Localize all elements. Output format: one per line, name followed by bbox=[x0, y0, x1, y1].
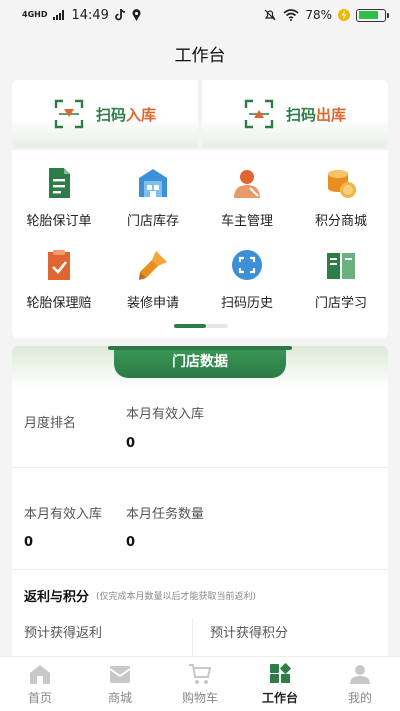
task-count-label: 本月任务数量 bbox=[126, 507, 205, 522]
valid-in-value: 0 bbox=[126, 436, 136, 451]
rebate-note: (仅完成本月数量以后才能获取当前返利) bbox=[96, 592, 257, 602]
grid-item-points-mall[interactable]: 积分商城 bbox=[294, 164, 388, 246]
grid-item-owner-manage[interactable]: 车主管理 bbox=[200, 164, 294, 246]
tab-cart[interactable]: 购物车 bbox=[160, 657, 240, 711]
claim-icon bbox=[48, 250, 70, 280]
expected-points-label: 预计获得积分 bbox=[210, 626, 289, 641]
charging-icon bbox=[338, 9, 350, 21]
profile-icon bbox=[350, 665, 370, 684]
warehouse-icon bbox=[139, 169, 167, 197]
document-icon bbox=[49, 168, 70, 198]
page-title: 工作台 bbox=[174, 46, 226, 66]
scan-history-icon bbox=[232, 250, 262, 280]
status-bar: 4GHD 14:49 78% bbox=[0, 0, 400, 30]
clock: 14:49 bbox=[71, 7, 109, 23]
expected-rebate-label: 预计获得返利 bbox=[24, 626, 103, 641]
book-icon bbox=[327, 253, 355, 279]
valid-in-label-2: 本月有效入库 bbox=[24, 507, 103, 522]
brush-icon bbox=[139, 251, 167, 280]
function-grid: 轮胎保订单 门店库存 车主管理 积分商城 轮胎保理赔 装修申请 扫码历史 门店学… bbox=[12, 150, 388, 338]
scan-out-icon bbox=[244, 99, 274, 129]
valid-in-label: 本月有效入库 bbox=[126, 407, 205, 422]
scan-out-button[interactable]: 扫码出库 bbox=[202, 80, 388, 148]
tab-workbench[interactable]: 工作台 bbox=[240, 657, 320, 711]
rebate-title: 返利与积分 bbox=[24, 590, 90, 605]
task-count-value: 0 bbox=[126, 535, 136, 550]
tab-home[interactable]: 首页 bbox=[0, 657, 80, 711]
home-icon bbox=[30, 665, 50, 684]
grid-item-tire-claim[interactable]: 轮胎保理赔 bbox=[12, 246, 106, 328]
grid-item-decoration-apply[interactable]: 装修申请 bbox=[106, 246, 200, 328]
cart-icon bbox=[189, 664, 212, 684]
bottom-nav: 首页 商城 购物车 工作台 我的 bbox=[0, 656, 400, 711]
battery-icon bbox=[356, 8, 389, 22]
grid-pager[interactable] bbox=[174, 324, 228, 328]
location-icon bbox=[132, 9, 141, 21]
coins-icon bbox=[328, 170, 356, 198]
tab-me[interactable]: 我的 bbox=[320, 657, 400, 711]
signal-icon bbox=[53, 10, 65, 20]
store-data-card: 门店数据 月度排名 本月有效入库 0 本月有效入库 本月任务数量 0 0 返利与… bbox=[12, 346, 388, 656]
scan-in-icon bbox=[54, 99, 84, 129]
wifi-icon bbox=[283, 9, 299, 21]
mail-icon bbox=[109, 666, 131, 683]
scan-out-label: 扫码出库 bbox=[285, 105, 347, 124]
store-data-title: 门店数据 bbox=[108, 346, 292, 378]
scan-actions: 扫码入库 扫码出库 bbox=[12, 80, 388, 148]
silent-icon bbox=[264, 9, 276, 21]
grid-item-store-learning[interactable]: 门店学习 bbox=[294, 246, 388, 328]
monthly-rank-label: 月度排名 bbox=[24, 416, 77, 431]
network-indicator: 4GHD bbox=[22, 10, 48, 19]
grid-item-tire-order[interactable]: 轮胎保订单 bbox=[12, 164, 106, 246]
tab-mall[interactable]: 商城 bbox=[80, 657, 160, 711]
tiktok-icon bbox=[115, 9, 125, 21]
scan-in-button[interactable]: 扫码入库 bbox=[12, 80, 198, 148]
grid-item-scan-history[interactable]: 扫码历史 bbox=[200, 246, 294, 328]
grid-item-store-stock[interactable]: 门店库存 bbox=[106, 164, 200, 246]
scan-in-label: 扫码入库 bbox=[95, 105, 157, 124]
workbench-icon bbox=[270, 663, 291, 683]
user-icon bbox=[234, 170, 260, 198]
battery-percent: 78% bbox=[305, 8, 332, 22]
valid-in-value-2: 0 bbox=[24, 535, 34, 550]
